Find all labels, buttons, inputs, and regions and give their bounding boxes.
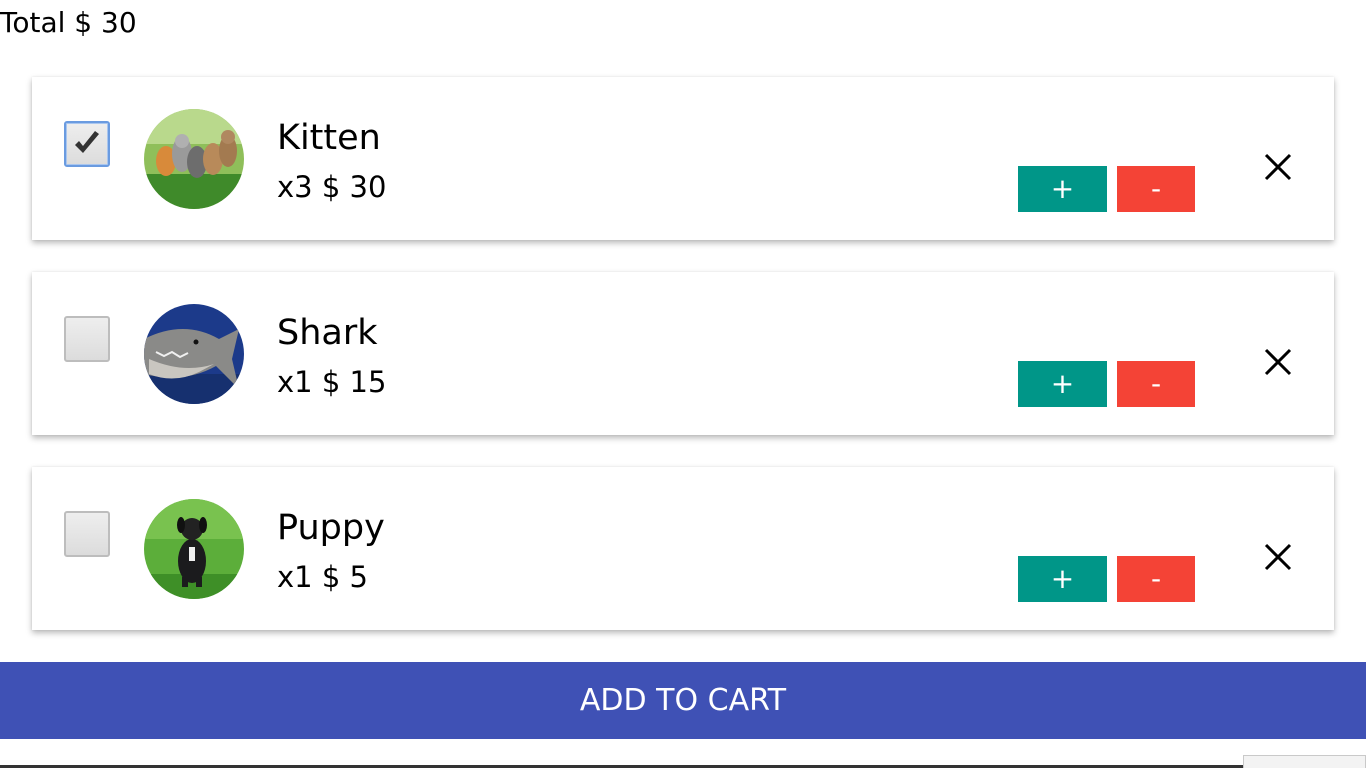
close-icon: [1264, 543, 1292, 571]
increase-qty-button[interactable]: +: [1018, 556, 1107, 602]
item-name: Puppy: [277, 508, 385, 548]
item-select-checkbox[interactable]: [64, 511, 110, 557]
cart-item-shark: Shark x1 $ 15 + -: [32, 272, 1334, 435]
decrease-qty-button[interactable]: -: [1117, 166, 1195, 212]
kitten-avatar: [144, 109, 244, 209]
increase-qty-button[interactable]: +: [1018, 361, 1107, 407]
shark-avatar: [144, 304, 244, 404]
item-qty-price: x1 $ 5: [277, 560, 368, 594]
item-qty-price: x3 $ 30: [277, 170, 387, 204]
item-name: Kitten: [277, 118, 381, 158]
item-select-checkbox[interactable]: [64, 316, 110, 362]
checkmark-icon: [75, 131, 99, 153]
puppy-avatar: [144, 499, 244, 599]
close-icon: [1264, 348, 1292, 376]
item-qty-price: x1 $ 15: [277, 365, 387, 399]
remove-item-button[interactable]: [1260, 539, 1296, 575]
item-select-checkbox[interactable]: [64, 121, 110, 167]
cart-total: Total $ 30: [0, 6, 137, 39]
close-icon: [1264, 153, 1292, 181]
increase-qty-button[interactable]: +: [1018, 166, 1107, 212]
cart-item-puppy: Puppy x1 $ 5 + -: [32, 467, 1334, 630]
decrease-qty-button[interactable]: -: [1117, 556, 1195, 602]
browser-status-tab: [1243, 755, 1366, 768]
cart-item-kitten: Kitten x3 $ 30 + -: [32, 77, 1334, 240]
item-name: Shark: [277, 313, 378, 353]
add-to-cart-button[interactable]: ADD TO CART: [0, 662, 1366, 739]
remove-item-button[interactable]: [1260, 344, 1296, 380]
decrease-qty-button[interactable]: -: [1117, 361, 1195, 407]
remove-item-button[interactable]: [1260, 149, 1296, 185]
